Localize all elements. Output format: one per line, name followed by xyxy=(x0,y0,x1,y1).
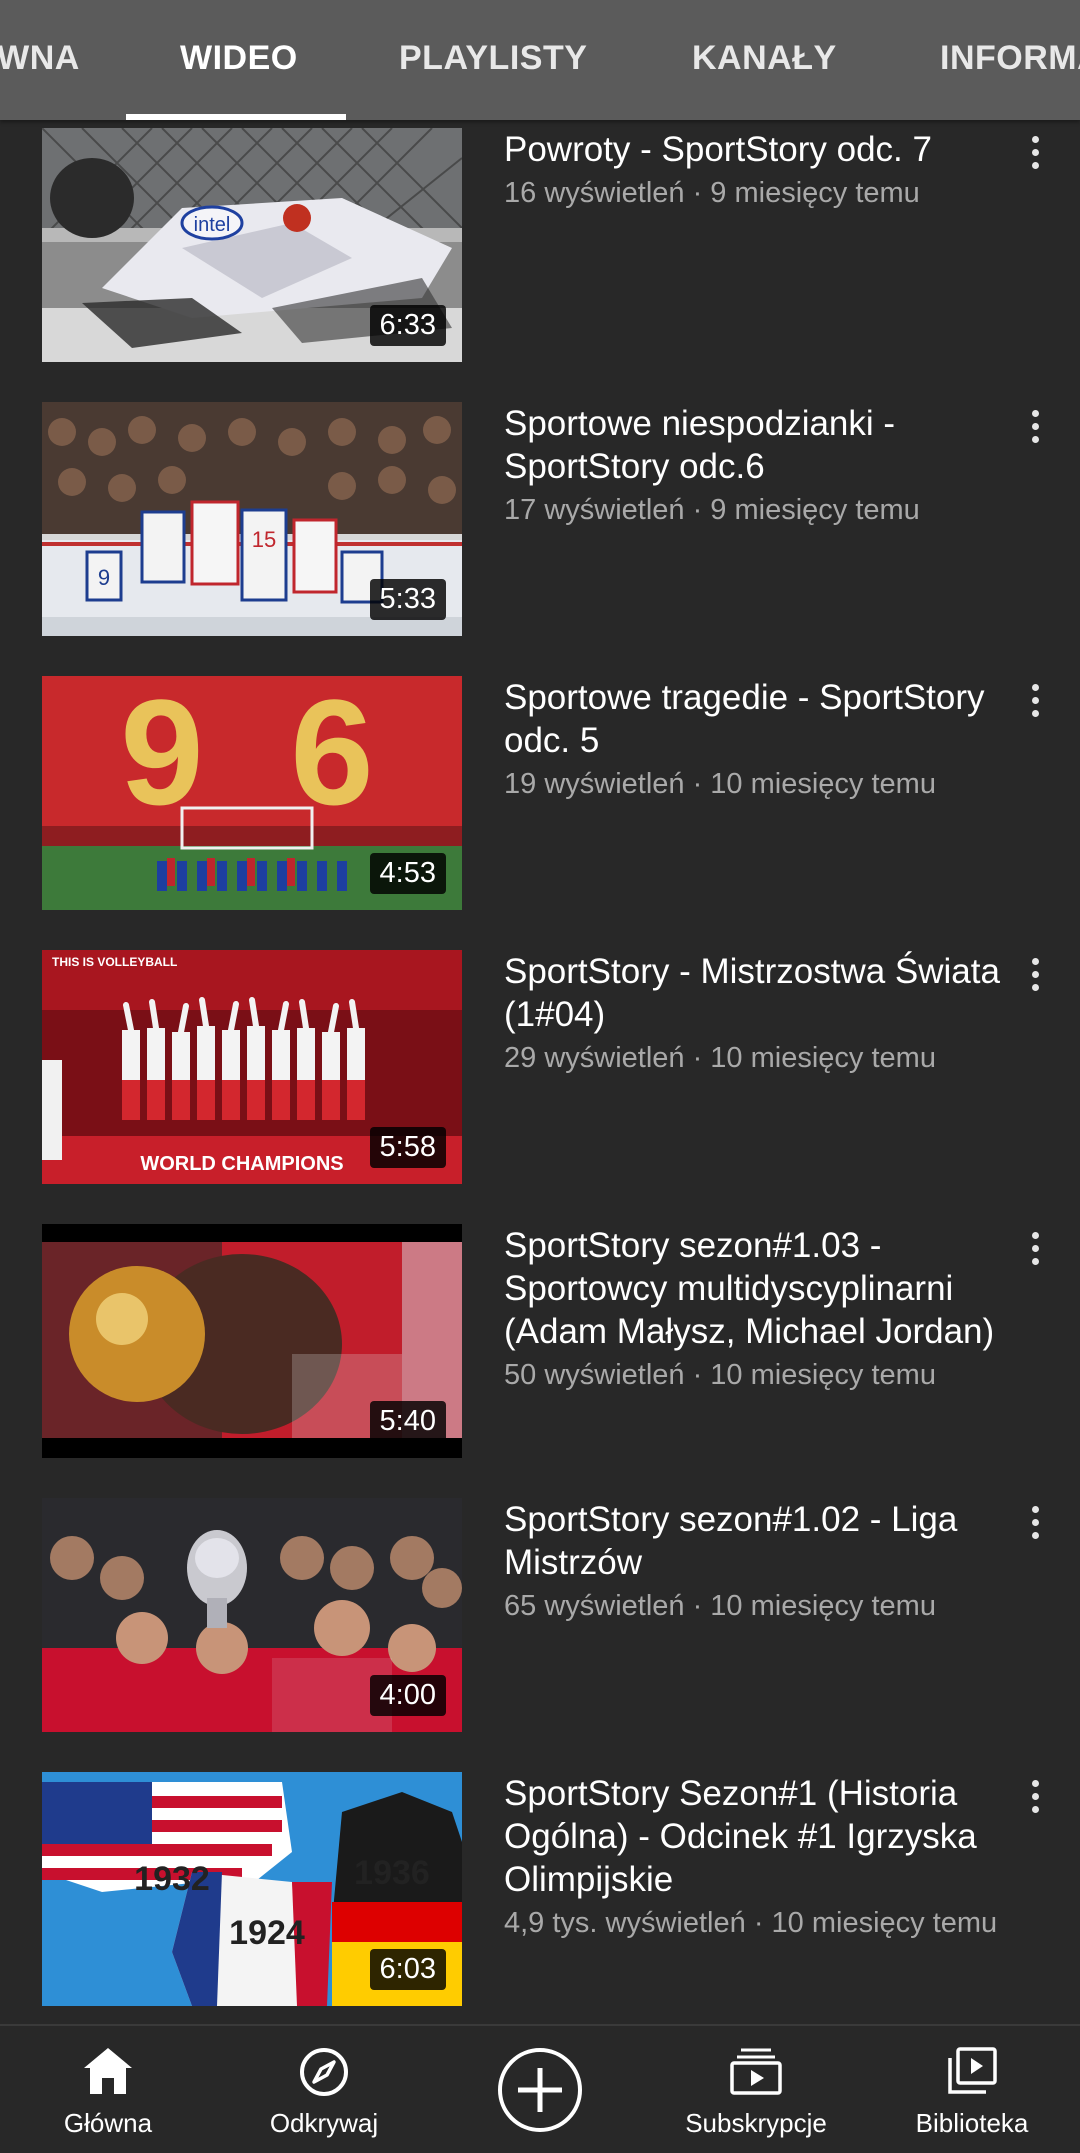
tab-channels[interactable]: KANAŁY xyxy=(692,0,837,120)
video-title[interactable]: Powroty - SportStory odc. 7 xyxy=(504,128,1044,171)
video-title[interactable]: Sportowe niespodzianki - SportStory odc.… xyxy=(504,402,1044,488)
video-thumbnail[interactable]: 9 6 4:53 xyxy=(42,676,462,910)
bottom-navigation: Główna Odkrywaj Subskrypcje Biblioteka xyxy=(0,2024,1080,2153)
video-stats: 4,9 tys. wyświetleń · 10 miesięcy temu xyxy=(504,1907,998,1939)
compass-icon xyxy=(298,2046,350,2103)
video-title[interactable]: SportStory - Mistrzostwa Świata (1#04) xyxy=(504,950,1044,1036)
more-options-icon[interactable] xyxy=(1020,1776,1050,1816)
more-options-icon[interactable] xyxy=(1020,132,1050,172)
video-stats: 16 wyświetleń · 9 miesięcy temu xyxy=(504,177,920,209)
add-circle-icon xyxy=(496,2046,584,2139)
thumbnail-year-label: 1924 xyxy=(229,1914,305,1952)
video-title[interactable]: SportStory sezon#1.02 - Liga Mistrzów xyxy=(504,1498,1044,1584)
video-item[interactable]: 9 15 5:33 Sportowe niespodzianki - Sport… xyxy=(0,402,1080,676)
thumbnail-mosaic-number: 9 xyxy=(120,676,203,836)
nav-library[interactable]: Biblioteka xyxy=(872,2026,1072,2153)
video-duration: 5:40 xyxy=(369,1401,446,1442)
nav-subscriptions-label: Subskrypcje xyxy=(685,2108,827,2138)
nav-subscriptions[interactable]: Subskrypcje xyxy=(656,2026,856,2153)
more-options-icon[interactable] xyxy=(1020,1502,1050,1542)
video-item[interactable]: 4:00 SportStory sezon#1.02 - Liga Mistrz… xyxy=(0,1498,1080,1772)
tab-playlists[interactable]: PLAYLISTY xyxy=(399,0,587,120)
video-duration: 5:58 xyxy=(369,1127,446,1168)
video-title[interactable]: SportStory sezon#1.03 - Sportowcy multid… xyxy=(504,1224,1044,1353)
nav-explore-label: Odkrywaj xyxy=(269,2108,379,2138)
tab-videos[interactable]: WIDEO xyxy=(180,0,298,120)
nav-home-label: Główna xyxy=(63,2108,153,2138)
nav-home[interactable]: Główna xyxy=(8,2026,208,2153)
video-item[interactable]: 1932 1936 1924 6:03 SportStory Sezon#1 (… xyxy=(0,1772,1080,2046)
active-tab-indicator xyxy=(126,114,346,120)
video-duration: 6:33 xyxy=(369,305,446,346)
video-thumbnail[interactable]: intel 6:33 xyxy=(42,128,462,362)
video-stats: 50 wyświetleń · 10 miesięcy temu xyxy=(504,1359,936,1391)
video-duration: 5:33 xyxy=(369,579,446,620)
video-thumbnail[interactable]: 5:40 xyxy=(42,1224,462,1458)
nav-create[interactable] xyxy=(440,2026,640,2153)
video-title[interactable]: SportStory Sezon#1 (Historia Ogólna) - O… xyxy=(504,1772,1044,1901)
tab-about[interactable]: INFORMACJE xyxy=(940,0,1080,120)
tab-home[interactable]: GŁÓWNA xyxy=(0,0,80,120)
video-item[interactable]: intel 6:33 Powroty - SportStory odc. 7 1… xyxy=(0,128,1080,402)
video-duration: 4:53 xyxy=(369,853,446,894)
home-icon xyxy=(82,2046,134,2101)
library-icon xyxy=(946,2046,998,2101)
thumbnail-intel-logo: intel xyxy=(194,214,231,236)
video-stats: 17 wyświetleń · 9 miesięcy temu xyxy=(504,494,920,526)
more-options-icon[interactable] xyxy=(1020,406,1050,446)
video-item[interactable]: 9 6 4:53 Sportowe tragedie - SportStory … xyxy=(0,676,1080,950)
video-item[interactable]: 5:40 SportStory sezon#1.03 - Sportowcy m… xyxy=(0,1224,1080,1498)
thumbnail-banner-text: WORLD CHAMPIONS xyxy=(140,1153,343,1175)
thumbnail-jersey-number: 9 xyxy=(98,565,110,590)
video-title[interactable]: Sportowe tragedie - SportStory odc. 5 xyxy=(504,676,1044,762)
channel-tab-bar: GŁÓWNA WIDEO PLAYLISTY KANAŁY INFORMACJE xyxy=(0,0,1080,120)
video-item[interactable]: THIS IS VOLLEYBALL WORLD CHAMPIONS 5:58 … xyxy=(0,950,1080,1224)
thumbnail-year-label: 1936 xyxy=(354,1854,430,1892)
video-duration: 6:03 xyxy=(369,1949,446,1990)
thumbnail-year-label: 1932 xyxy=(134,1860,210,1898)
more-options-icon[interactable] xyxy=(1020,1228,1050,1268)
video-thumbnail[interactable]: 4:00 xyxy=(42,1498,462,1732)
video-stats: 29 wyświetleń · 10 miesięcy temu xyxy=(504,1042,936,1074)
more-options-icon[interactable] xyxy=(1020,954,1050,994)
video-stats: 19 wyświetleń · 10 miesięcy temu xyxy=(504,768,936,800)
nav-library-label: Biblioteka xyxy=(915,2108,1029,2138)
subscriptions-icon xyxy=(729,2046,783,2101)
more-options-icon[interactable] xyxy=(1020,680,1050,720)
thumbnail-jersey-number: 15 xyxy=(252,527,276,552)
video-thumbnail[interactable]: THIS IS VOLLEYBALL WORLD CHAMPIONS 5:58 xyxy=(42,950,462,1184)
nav-explore[interactable]: Odkrywaj xyxy=(224,2026,424,2153)
video-duration: 4:00 xyxy=(369,1675,446,1716)
thumbnail-banner-text: THIS IS VOLLEYBALL xyxy=(52,955,177,969)
video-thumbnail[interactable]: 1932 1936 1924 6:03 xyxy=(42,1772,462,2006)
video-stats: 65 wyświetleń · 10 miesięcy temu xyxy=(504,1590,936,1622)
video-thumbnail[interactable]: 9 15 5:33 xyxy=(42,402,462,636)
thumbnail-mosaic-number: 6 xyxy=(290,676,373,836)
